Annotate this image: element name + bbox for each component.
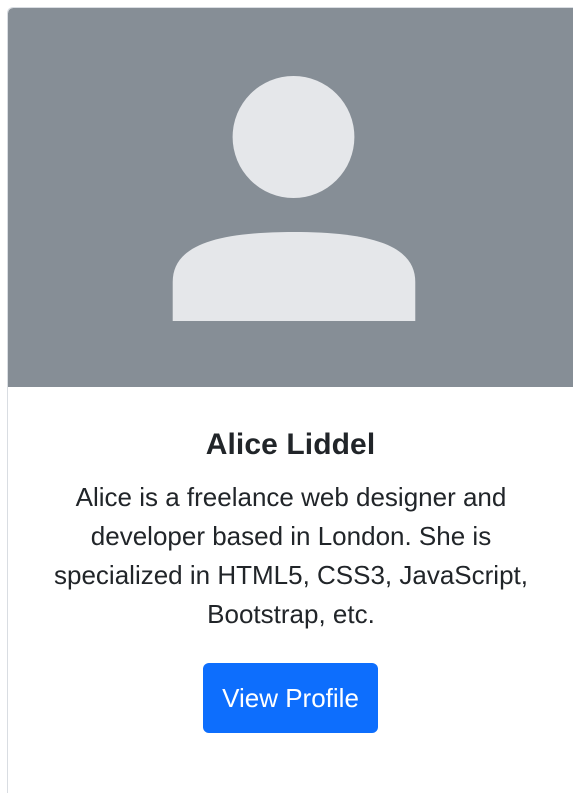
- card-body: Alice Liddel Alice is a freelance web de…: [8, 387, 573, 793]
- profile-name: Alice Liddel: [205, 428, 376, 461]
- profile-card: Alice Liddel Alice is a freelance web de…: [7, 7, 573, 793]
- profile-image: [8, 8, 573, 387]
- view-profile-button[interactable]: View Profile: [203, 663, 378, 733]
- profile-description: Alice is a freelance web designer and de…: [54, 482, 528, 629]
- person-avatar-icon: [172, 76, 416, 321]
